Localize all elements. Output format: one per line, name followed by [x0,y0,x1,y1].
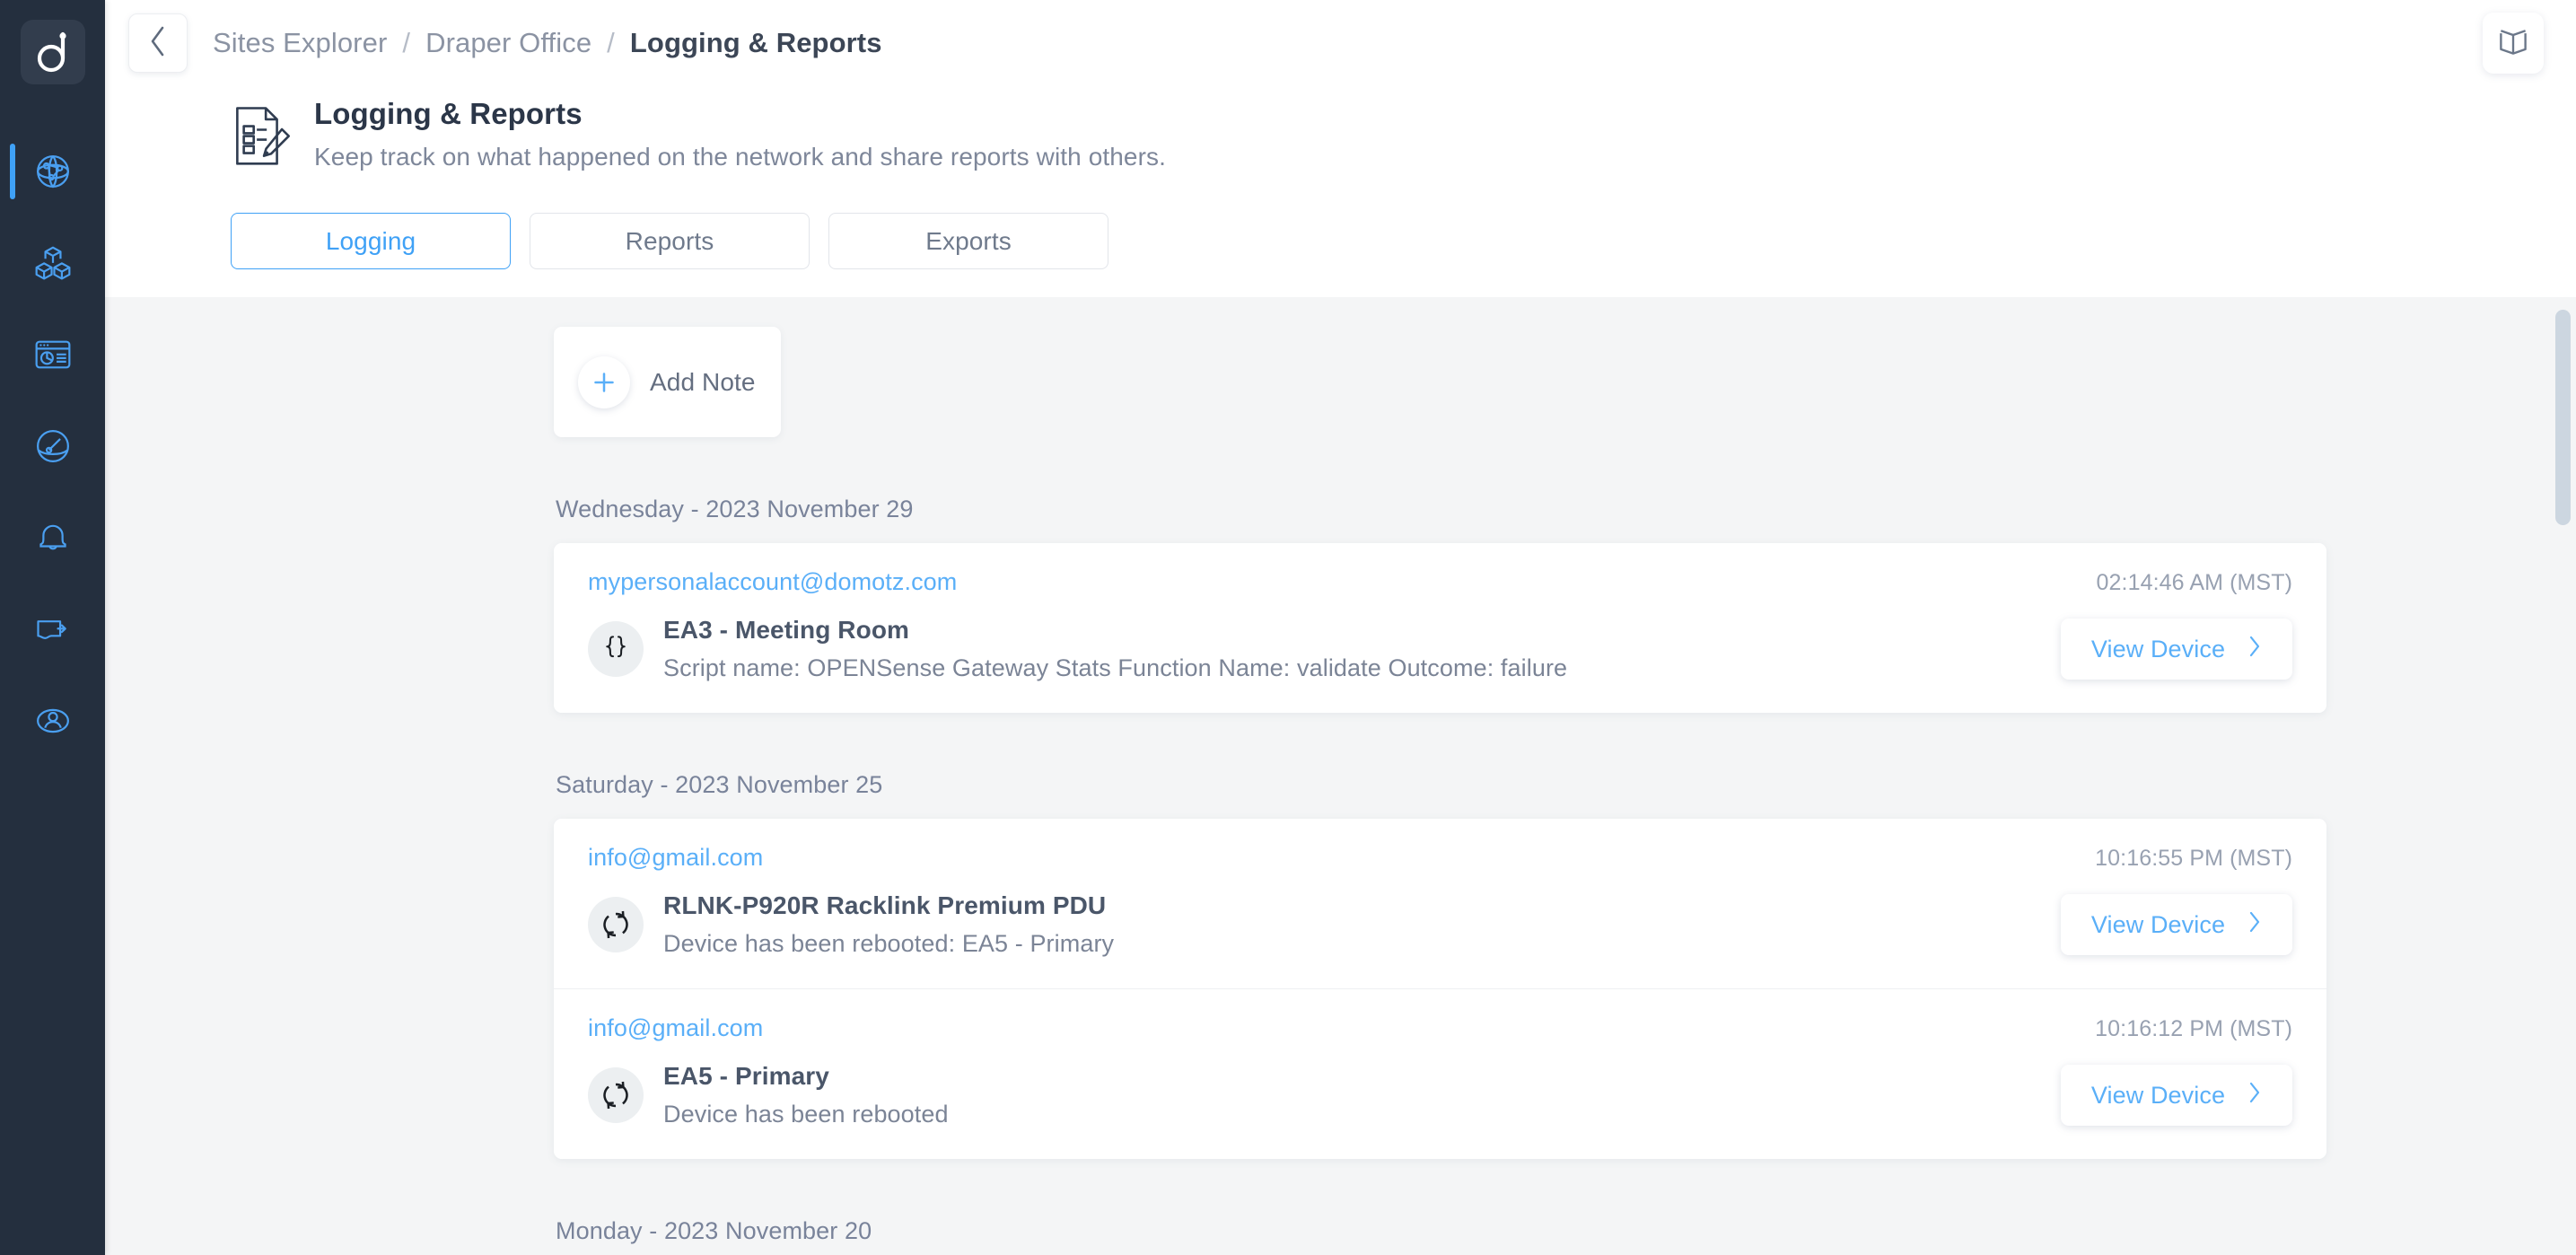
view-device-button[interactable]: View Device [2061,619,2292,680]
log-device-name: RLNK-P920R Racklink Premium PDU [663,891,1107,919]
reboot-refresh-icon [588,1067,644,1123]
view-device-label: View Device [2090,910,2226,938]
log-user-email[interactable]: info@gmail.com [588,844,763,872]
breadcrumb-separator: / [402,27,411,58]
chevron-right-icon [2248,1081,2262,1110]
view-device-button[interactable]: View Device [2061,894,2292,955]
page-header-text: Logging & Reports Keep track on what hap… [314,97,1166,171]
dashboard-panel-icon [33,335,73,374]
active-indicator [10,693,15,749]
log-entry: info@gmail.com 10:16:55 PM (MST) RLNK-P9… [554,819,2326,988]
log-entry-meta: info@gmail.com 10:16:55 PM (MST) [588,844,2292,872]
log-entry-meta: mypersonalaccount@domotz.com 02:14:46 AM… [588,568,2292,596]
log-entry-meta: info@gmail.com 10:16:12 PM (MST) [588,1014,2292,1042]
tab-reports[interactable]: Reports [530,213,810,269]
sidebar-item-dashboard[interactable] [0,309,105,400]
tab-exports[interactable]: Exports [828,213,1108,269]
log-entry-text: EA3 - Meeting Room Script name: OPENSens… [663,616,2036,682]
breadcrumb-item-sites-explorer[interactable]: Sites Explorer [213,27,387,59]
cubes-inventory-icon [33,243,73,283]
active-indicator [10,510,15,566]
active-indicator [10,327,15,382]
breadcrumb-item-current: Logging & Reports [629,27,882,58]
tab-bar: Logging Reports Exports [105,177,2576,269]
sidebar-item-alerts[interactable] [0,492,105,584]
log-description: Script name: OPENSense Gateway Stats Fun… [663,654,1568,681]
back-button[interactable] [128,13,188,73]
app-root: Sites Explorer / Draper Office / Logging… [0,0,2576,1255]
add-note-label: Add Note [650,367,756,396]
globe-network-icon [33,152,73,191]
log-device-name: EA3 - Meeting Room [663,616,910,644]
log-timestamp: 02:14:46 AM (MST) [2096,570,2292,595]
main-area: Sites Explorer / Draper Office / Logging… [105,0,2576,1255]
sidebar-nav [0,126,105,767]
day-label: Wednesday - 2023 November 29 [556,496,914,522]
primary-sidebar [0,0,105,1255]
domotz-logo[interactable] [20,20,85,84]
sidebar-item-inventory[interactable] [0,217,105,309]
user-profile-icon [33,701,73,741]
documentation-button[interactable] [2483,13,2544,74]
sidebar-item-tags[interactable] [0,584,105,675]
content-scrollbar[interactable] [2555,297,2571,1255]
plus-icon [578,355,630,408]
breadcrumb-separator: / [607,27,615,58]
page-title: Logging & Reports [314,97,583,130]
active-indicator [10,418,15,474]
tag-badge-icon [33,610,73,649]
log-user-email[interactable]: mypersonalaccount@domotz.com [588,568,957,596]
reboot-refresh-icon [588,897,644,952]
log-entry-body: EA5 - Primary Device has been rebooted V… [588,1062,2292,1128]
bell-alerts-icon [33,518,73,557]
view-device-label: View Device [2090,635,2226,663]
topbar: Sites Explorer / Draper Office / Logging… [105,0,2576,86]
log-entry: info@gmail.com 10:16:12 PM (MST) EA5 - P… [554,988,2326,1159]
gauge-speedtest-icon [33,426,73,466]
log-timestamp: 10:16:12 PM (MST) [2095,1016,2292,1041]
chevron-left-icon [146,24,170,63]
log-entry-text: RLNK-P920R Racklink Premium PDU Device h… [663,891,2036,958]
log-group: info@gmail.com 10:16:55 PM (MST) RLNK-P9… [554,819,2326,1159]
log-entry-text: EA5 - Primary Device has been rebooted [663,1062,2036,1128]
log-group: mypersonalaccount@domotz.com 02:14:46 AM… [554,543,2326,713]
chevron-right-icon [2248,910,2262,940]
log-user-email[interactable]: info@gmail.com [588,1014,763,1042]
breadcrumb: Sites Explorer / Draper Office / Logging… [213,27,882,59]
scrollbar-thumb[interactable] [2555,310,2571,525]
log-entry: mypersonalaccount@domotz.com 02:14:46 AM… [554,543,2326,713]
log-entry-body: RLNK-P920R Racklink Premium PDU Device h… [588,891,2292,958]
sidebar-item-network[interactable] [0,126,105,217]
log-description: Device has been rebooted [663,1101,949,1128]
chevron-right-icon [2248,635,2262,664]
breadcrumb-item-draper-office[interactable]: Draper Office [425,27,591,59]
day-label: Monday - 2023 November 20 [556,1217,872,1244]
logging-content: Add Note Wednesday - 2023 November 29 my… [105,297,2576,1255]
tab-logging[interactable]: Logging [231,213,511,269]
active-indicator [10,235,15,291]
logging-list: Add Note Wednesday - 2023 November 29 my… [105,297,2576,1255]
log-description: Device has been rebooted: EA5 - Primary [663,930,1115,957]
add-note-button[interactable]: Add Note [554,327,781,437]
log-device-name: EA5 - Primary [663,1062,829,1090]
log-timestamp: 10:16:55 PM (MST) [2095,846,2292,871]
sidebar-item-speedtest[interactable] [0,400,105,492]
active-indicator [10,601,15,657]
view-device-button[interactable]: View Device [2061,1065,2292,1126]
page-header: Logging & Reports Keep track on what hap… [105,86,2576,177]
view-device-label: View Device [2090,1081,2226,1109]
sidebar-item-profile[interactable] [0,675,105,767]
active-indicator [10,144,15,199]
open-book-icon [2496,24,2530,63]
curly-braces-script-icon [588,621,644,677]
document-with-pencil-icon [230,104,300,177]
page-subtitle: Keep track on what happened on the netwo… [314,143,1166,171]
log-entry-body: EA3 - Meeting Room Script name: OPENSens… [588,616,2292,682]
day-label: Saturday - 2023 November 25 [556,771,883,798]
